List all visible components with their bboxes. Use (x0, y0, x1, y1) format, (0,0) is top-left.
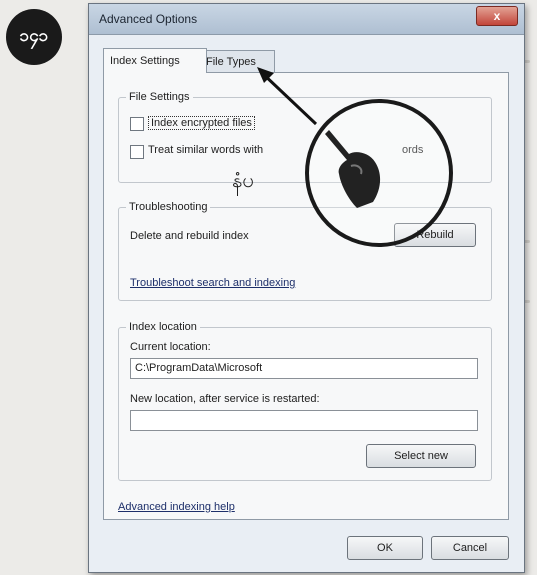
hand-icon (325, 130, 381, 208)
annotation-overlay (257, 67, 318, 126)
tab-index-settings[interactable]: Index Settings (103, 48, 207, 73)
pointer-arrow (259, 70, 318, 126)
annotation-glyph: နံပ (232, 168, 254, 192)
